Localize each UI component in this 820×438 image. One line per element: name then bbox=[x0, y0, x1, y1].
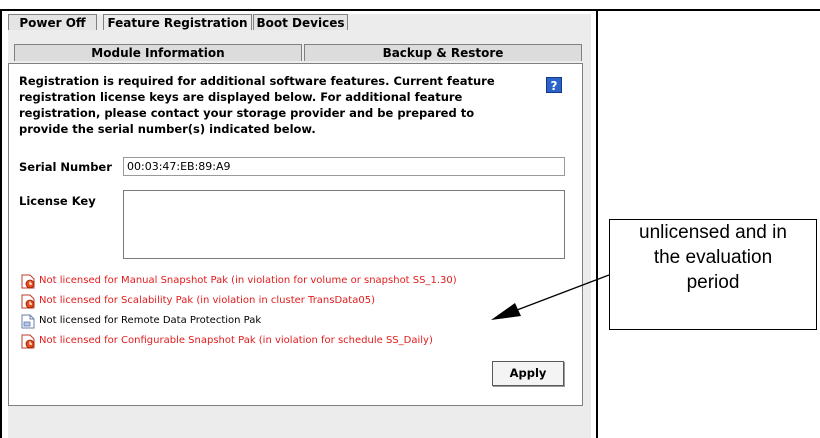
callout-line: unlicensed and in bbox=[639, 222, 787, 243]
callout-line: period bbox=[686, 272, 740, 293]
annotation-callout: unlicensed and in the evaluation period bbox=[609, 219, 817, 330]
callout-line: the evaluation bbox=[653, 247, 773, 268]
